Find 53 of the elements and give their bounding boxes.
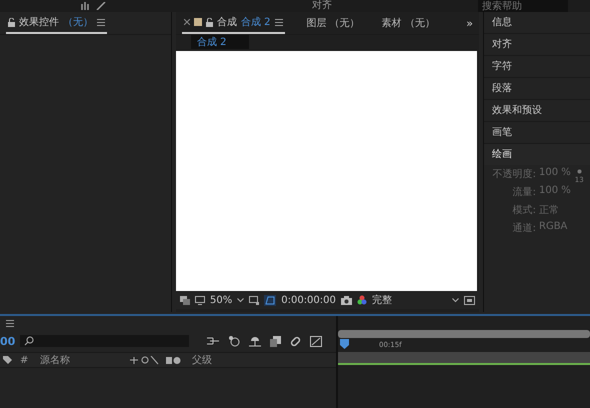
tab-comp-name: 合成 2 bbox=[241, 16, 271, 29]
lock-icon[interactable] bbox=[206, 18, 213, 26]
current-time[interactable]: 00 bbox=[0, 334, 14, 348]
panel-header[interactable]: 段落 bbox=[484, 78, 590, 100]
lamp-icon[interactable] bbox=[249, 336, 261, 346]
caret-icon[interactable] bbox=[237, 298, 244, 302]
tab-title: 效果控件 bbox=[19, 16, 59, 29]
paint-label: 不透明度: bbox=[492, 168, 536, 181]
viewer-tab[interactable]: 素材 （无） bbox=[382, 16, 435, 30]
close-icon[interactable] bbox=[184, 19, 190, 25]
paint-label: 流量: bbox=[512, 186, 536, 199]
stack-icon[interactable] bbox=[270, 336, 281, 346]
panel-header[interactable]: 效果和预设 bbox=[484, 100, 590, 122]
link-icon[interactable] bbox=[290, 336, 301, 346]
overflow-button[interactable]: » bbox=[466, 16, 473, 30]
view-icon[interactable] bbox=[464, 296, 475, 304]
column-header[interactable]: # bbox=[20, 354, 32, 366]
color-wheel-icon[interactable] bbox=[356, 295, 367, 305]
region-icon[interactable] bbox=[249, 296, 260, 304]
pen-icon[interactable] bbox=[96, 2, 106, 10]
work-area-bar[interactable] bbox=[338, 352, 590, 365]
zoom-value[interactable]: 50% bbox=[210, 294, 232, 306]
column-header[interactable]: 源名称 bbox=[40, 353, 122, 367]
panel-header[interactable]: 信息 bbox=[484, 12, 590, 34]
layer-search-field[interactable] bbox=[20, 335, 189, 347]
tab-target: （无） bbox=[63, 16, 93, 29]
brush-dot-icon bbox=[576, 169, 582, 174]
column-header[interactable]: 父级 bbox=[192, 353, 212, 367]
camera-icon[interactable] bbox=[340, 296, 352, 304]
layers-icon[interactable] bbox=[180, 296, 190, 304]
panel-header[interactable]: 字符 bbox=[484, 56, 590, 78]
graph-icon[interactable] bbox=[310, 336, 322, 346]
flowchart-icon[interactable] bbox=[207, 336, 219, 346]
paint-label: 模式: bbox=[512, 204, 536, 217]
menu-icon[interactable] bbox=[274, 18, 283, 26]
monitor-icon[interactable] bbox=[195, 296, 205, 304]
caret-icon[interactable] bbox=[452, 298, 459, 302]
square-icon bbox=[194, 18, 202, 26]
lock-icon[interactable] bbox=[8, 18, 15, 26]
paint-label: 通道: bbox=[512, 222, 536, 235]
tab-title: 合成 bbox=[217, 16, 237, 29]
resolution-value[interactable]: 完整 bbox=[372, 293, 392, 307]
search-field[interactable]: 搜索帮助 bbox=[478, 0, 568, 12]
viewer-tab[interactable]: 图层 （无） bbox=[306, 16, 360, 30]
comp-breadcrumb[interactable]: 合成 2 bbox=[191, 35, 249, 49]
playhead-icon[interactable] bbox=[340, 339, 349, 351]
timecode[interactable]: 0:00:00:00 bbox=[281, 294, 336, 306]
menu-icon[interactable] bbox=[97, 18, 105, 26]
panel-header[interactable]: 对齐 bbox=[484, 34, 590, 56]
effects-tab[interactable]: 效果控件 （无） bbox=[6, 12, 107, 34]
search-icon[interactable] bbox=[24, 336, 36, 346]
menu-icon[interactable] bbox=[6, 320, 14, 326]
tag-icon[interactable] bbox=[3, 356, 12, 364]
